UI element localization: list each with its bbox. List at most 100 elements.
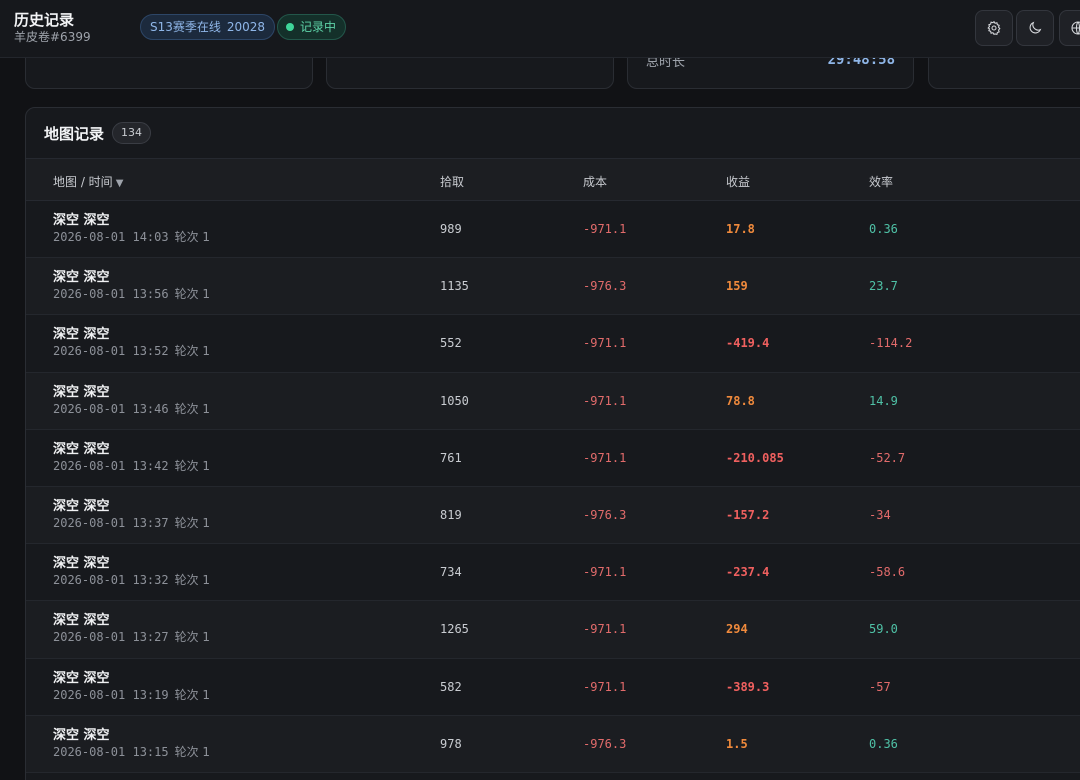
table-row[interactable]: 深空 深空 2026-08-01 13:46 轮次 1 1050 -971.1 78.8 1… — [26, 372, 1080, 430]
efficiency-value: -57 — [869, 679, 891, 694]
round-label: 轮次 1 — [174, 458, 211, 473]
efficiency-value: 23.7 — [869, 279, 898, 294]
season-online-badge: S13赛季在线 20028 — [140, 14, 276, 40]
map-time: 2026-08-01 13:46 轮次 1 — [53, 401, 210, 418]
gain-value: 17.8 — [726, 222, 755, 236]
gain-value: -419.4 — [726, 336, 770, 351]
brand: 历史记录 羊皮卷#6399 — [14, 11, 91, 45]
season-label: S13赛季在线 — [150, 20, 221, 34]
panel-title: 地图记录 — [44, 124, 105, 143]
record-time: 2026-08-01 13:42 — [53, 458, 169, 473]
cost-value: -971.1 — [583, 393, 627, 408]
gear-icon — [987, 20, 1001, 36]
round-label: 轮次 1 — [174, 573, 211, 588]
cost-value: -976.3 — [583, 736, 627, 751]
theme-toggle-button[interactable] — [1016, 10, 1054, 46]
map-time: 2026-08-01 13:52 轮次 1 — [53, 343, 210, 360]
map-cell: 深空 深空 2026-08-01 13:19 轮次 1 — [53, 670, 210, 704]
pick-value: 582 — [440, 679, 462, 694]
table-row[interactable]: 深空 深空 2026-08-01 14:03 轮次 1 989 -971.1 17.8 0.… — [26, 201, 1080, 259]
cost-value: -971.1 — [583, 222, 627, 236]
cost-value: -976.3 — [583, 279, 627, 294]
efficiency-value: 0.36 — [869, 222, 898, 236]
round-label: 轮次 1 — [174, 630, 211, 645]
record-time: 2026-08-01 14:03 — [53, 230, 169, 244]
gain-value: -237.4 — [726, 565, 770, 580]
table-row[interactable]: 深空 深空 2026-08-01 13:42 轮次 1 761 -971.1 -210.0… — [26, 429, 1080, 487]
table-row[interactable]: 深空 深空 2026-08-01 13:19 轮次 1 582 -971.1 -389.3… — [26, 658, 1080, 716]
table-row[interactable]: 深空 深空 2026-08-01 13:56 轮次 1 1135 -976.3 159 23… — [26, 258, 1080, 316]
gain-value: -210.085 — [726, 450, 784, 465]
map-time: 2026-08-01 13:19 轮次 1 — [53, 687, 210, 704]
table-row[interactable]: 深空 深空 2026-08-01 13:27 轮次 1 1265 -971.1 294 59… — [26, 601, 1080, 659]
settings-button[interactable] — [975, 10, 1013, 46]
map-name: 深空 深空 — [53, 327, 110, 343]
pick-value: 1050 — [440, 393, 469, 408]
column-cost[interactable]: 成本 — [583, 173, 607, 190]
cost-value: -971.1 — [583, 622, 627, 637]
table-row[interactable]: 深空 深空 2026-08-01 13:32 轮次 1 734 -971.1 -237.4… — [26, 544, 1080, 602]
map-name: 深空 深空 — [53, 613, 110, 629]
round-label: 轮次 1 — [174, 287, 211, 302]
gain-value: 78.8 — [726, 393, 755, 408]
pick-value: 1265 — [440, 622, 469, 637]
recording-dot-icon — [286, 23, 294, 31]
map-cell: 深空 深空 2026-08-01 13:46 轮次 1 — [53, 384, 210, 418]
efficiency-value: 14.9 — [869, 393, 898, 408]
round-label: 轮次 1 — [174, 515, 211, 530]
map-time: 2026-08-01 13:56 轮次 1 — [53, 286, 210, 303]
sort-down-icon: ▼ — [115, 178, 124, 189]
top-header: 历史记录 羊皮卷#6399 S13赛季在线 20028 记录中 — [0, 0, 1080, 58]
map-name: 深空 深空 — [53, 270, 110, 286]
cost-value: -971.1 — [583, 450, 627, 465]
language-button[interactable] — [1059, 10, 1080, 46]
map-name: 深空 深空 — [53, 670, 110, 686]
map-time: 2026-08-01 13:37 轮次 1 — [53, 515, 210, 532]
map-time: 2026-08-01 13:15 轮次 1 — [53, 744, 210, 761]
record-time: 2026-08-01 13:27 — [53, 630, 169, 645]
season-online-count: 20028 — [226, 20, 266, 34]
round-label: 轮次 1 — [174, 230, 211, 244]
map-time: 2026-08-01 13:27 轮次 1 — [53, 629, 210, 646]
cost-value: -971.1 — [583, 565, 627, 580]
column-gain[interactable]: 收益 — [726, 173, 750, 190]
gain-value: -157.2 — [726, 507, 770, 522]
map-cell: 深空 深空 2026-08-01 14:03 轮次 1 — [53, 212, 210, 246]
cost-value: -971.1 — [583, 679, 627, 694]
table-row[interactable]: 深空 深空 2026-08-01 13:15 轮次 1 978 -976.3 1.5 0.3… — [26, 715, 1080, 773]
record-time: 2026-08-01 13:15 — [53, 744, 169, 759]
pick-value: 552 — [440, 336, 462, 351]
recording-status-badge: 记录中 — [277, 14, 347, 40]
map-cell: 深空 深空 2026-08-01 13:42 轮次 1 — [53, 441, 210, 475]
map-cell: 深空 深空 2026-08-01 13:27 轮次 1 — [53, 612, 210, 646]
map-name: 深空 深空 — [53, 727, 110, 743]
history-page: 历史记录 羊皮卷#6399 S13赛季在线 20028 记录中 总时长 29:4… — [0, 0, 1080, 780]
round-label: 轮次 1 — [174, 344, 211, 359]
gain-value: -389.3 — [726, 679, 770, 694]
map-time: 2026-08-01 13:42 轮次 1 — [53, 458, 210, 475]
panel-header: 地图记录 134 — [44, 122, 152, 144]
pick-value: 989 — [440, 222, 462, 236]
map-cell: 深空 深空 2026-08-01 13:32 轮次 1 — [53, 555, 210, 589]
column-pick[interactable]: 拾取 — [440, 173, 464, 190]
record-time: 2026-08-01 13:32 — [53, 573, 169, 588]
recording-label: 记录中 — [300, 20, 337, 34]
column-efficiency[interactable]: 效率 — [869, 173, 893, 190]
record-time: 2026-08-01 13:46 — [53, 401, 169, 416]
table-row[interactable]: 深空 深空 2026-08-01 13:37 轮次 1 819 -976.3 -157.2… — [26, 486, 1080, 545]
map-cell: 深空 深空 2026-08-01 13:52 轮次 1 — [53, 326, 210, 360]
map-cell: 深空 深空 2026-08-01 13:37 轮次 1 — [53, 498, 210, 532]
page-subtitle: 羊皮卷#6399 — [14, 30, 91, 44]
efficiency-value: -58.6 — [869, 565, 906, 580]
column-label: 地图 / 时间 — [53, 175, 113, 189]
record-time: 2026-08-01 13:56 — [53, 287, 169, 302]
efficiency-value: 59.0 — [869, 622, 898, 637]
column-map-time[interactable]: 地图 / 时间 ▼ — [53, 173, 123, 190]
map-name: 深空 深空 — [53, 441, 110, 457]
efficiency-value: -114.2 — [869, 336, 913, 351]
globe-icon — [1071, 21, 1080, 35]
gain-value: 294 — [726, 622, 748, 637]
page-title: 历史记录 — [14, 11, 75, 29]
pick-value: 734 — [440, 565, 462, 580]
table-row[interactable]: 深空 深空 2026-08-01 13:52 轮次 1 552 -971.1 -419.4… — [26, 315, 1080, 373]
